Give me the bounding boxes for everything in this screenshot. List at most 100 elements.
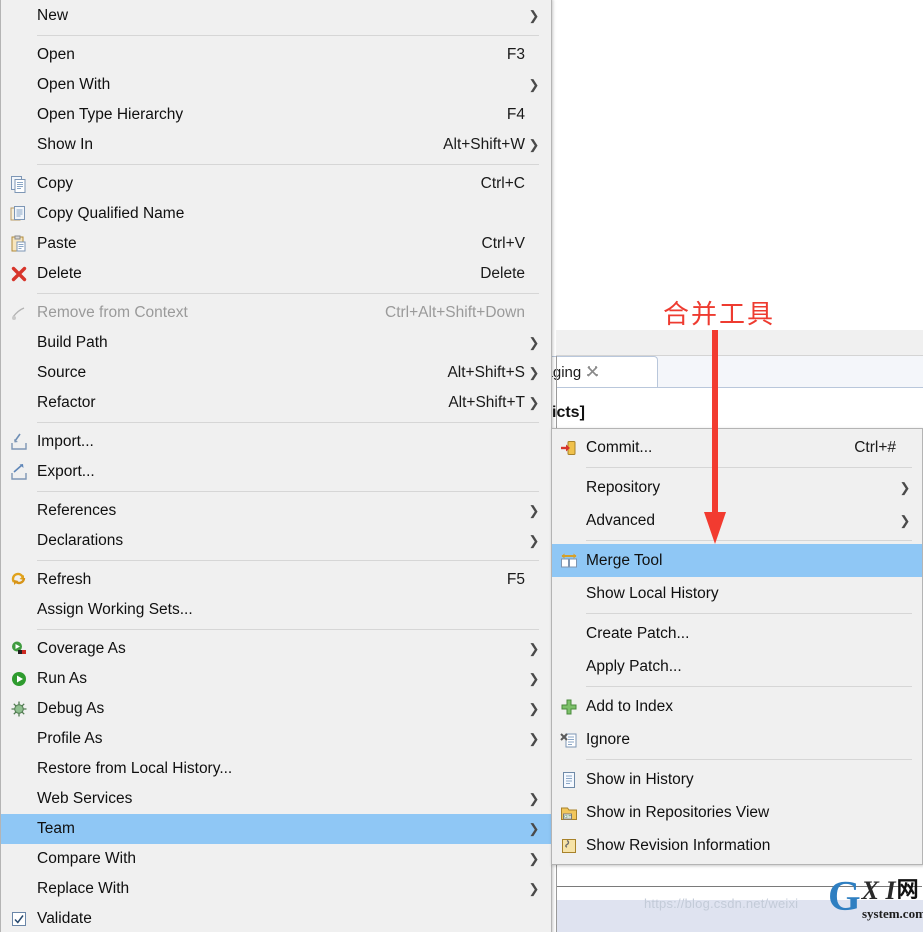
menu-item-icon-slot [1, 530, 37, 552]
menu-item-arrow-slot: ❯ [896, 440, 914, 456]
menu-item-label: Open Type Hierarchy [37, 106, 184, 123]
chevron-right-icon: ❯ [528, 671, 540, 686]
repositories-view-icon: GIT [552, 802, 586, 824]
menu-item-debug-as[interactable]: Debug As ❯ [1, 694, 551, 724]
menu-separator [586, 467, 912, 468]
menu-item-show-in-history[interactable]: Show in History ❯ [552, 763, 922, 796]
menu-item-compare-with[interactable]: Compare With ❯ [1, 844, 551, 874]
menu-item-refresh[interactable]: Refresh F5❯ [1, 565, 551, 595]
menu-item-profile-as[interactable]: Profile As ❯ [1, 724, 551, 754]
close-icon[interactable] [587, 365, 599, 379]
menu-item-arrow-slot: ❯ [896, 659, 914, 675]
menu-item-icon-slot [1, 848, 37, 870]
menu-item-label: Profile As [37, 730, 103, 747]
menu-item-copy[interactable]: Copy Ctrl+C❯ [1, 169, 551, 199]
menu-item-build-path[interactable]: Build Path ❯ [1, 328, 551, 358]
menu-item-add-to-index[interactable]: Add to Index ❯ [552, 690, 922, 723]
chevron-right-icon: ❯ [528, 821, 540, 836]
menu-item-icon-slot [1, 332, 37, 354]
menu-item-replace-with[interactable]: Replace With ❯ [1, 874, 551, 904]
annotation-label: 合并工具 [663, 300, 776, 329]
menu-item-accelerator: Delete [480, 265, 525, 282]
menu-separator [586, 686, 912, 687]
watermark-url: https://blog.csdn.net/weixi [644, 896, 799, 911]
menu-item-arrow-slot: ❯ [525, 602, 543, 618]
menu-item-open-type-hierarchy[interactable]: Open Type Hierarchy F4❯ [1, 100, 551, 130]
menu-item-new[interactable]: New ❯ [1, 1, 551, 31]
menu-item-restore-from-local-history[interactable]: Restore from Local History... ❯ [1, 754, 551, 784]
menu-item-label: Show Local History [586, 584, 719, 602]
menu-item-arrow-slot: ❯ [896, 626, 914, 642]
menu-item-show-in[interactable]: Show In Alt+Shift+W ❯ [1, 130, 551, 160]
menu-item-accelerator: Alt+Shift+S [447, 364, 525, 381]
menu-item-arrow-slot: ❯ [896, 553, 914, 569]
menu-item-merge-tool[interactable]: Merge Tool ❯ [552, 544, 922, 577]
menu-item-references[interactable]: References ❯ [1, 496, 551, 526]
menu-item-show-revision-information[interactable]: Show Revision Information ❯ [552, 829, 922, 862]
menu-item-delete[interactable]: DeleteDelete❯ [1, 259, 551, 289]
menu-item-open[interactable]: Open F3❯ [1, 40, 551, 70]
menu-item-team[interactable]: Team ❯ [1, 814, 551, 844]
menu-item-label: Coverage As [37, 640, 126, 657]
menu-item-label: Show In [37, 136, 94, 153]
menu-item-export[interactable]: Export... ❯ [1, 457, 551, 487]
menu-item-import[interactable]: Import... ❯ [1, 427, 551, 457]
menu-separator [37, 560, 539, 561]
menu-item-refactor[interactable]: Refactor Alt+Shift+T ❯ [1, 388, 551, 418]
menu-item-icon-slot [1, 599, 37, 621]
menu-item-copy-qualified-name[interactable]: Copy Qualified Name ❯ [1, 199, 551, 229]
menu-item-apply-patch[interactable]: Apply Patch... ❯ [552, 650, 922, 683]
logo-subtitle: system.com [862, 906, 923, 921]
menu-item-remove-from-context[interactable]: Remove from Context Ctrl+Alt+Shift+Down❯ [1, 298, 551, 328]
menu-item-arrow-slot: ❯ [896, 772, 914, 788]
menu-item-validate[interactable]: Validate ❯ [1, 904, 551, 932]
menu-item-web-services[interactable]: Web Services ❯ [1, 784, 551, 814]
menu-item-create-patch[interactable]: Create Patch... ❯ [552, 617, 922, 650]
menu-item-label: Web Services [37, 790, 133, 807]
menu-item-icon-slot [1, 878, 37, 900]
project-context-menu[interactable]: New❯OpenF3❯Open With❯Open Type Hierarchy… [0, 0, 552, 932]
menu-separator [37, 491, 539, 492]
menu-item-icon-slot [1, 74, 37, 96]
menu-item-icon-slot [552, 623, 586, 645]
menu-item-declarations[interactable]: Declarations ❯ [1, 526, 551, 556]
chevron-right-icon: ❯ [528, 731, 540, 746]
menu-item-icon-slot [1, 500, 37, 522]
menu-item-advanced[interactable]: Advanced ❯ [552, 504, 922, 537]
menu-item-show-in-repositories-view[interactable]: GIT Show in Repositories View ❯ [552, 796, 922, 829]
menu-item-label: Paste [37, 235, 77, 252]
menu-item-icon-slot [552, 477, 586, 499]
menu-item-label: Assign Working Sets... [37, 601, 193, 618]
menu-item-label: Replace With [37, 880, 130, 897]
menu-item-icon-slot [1, 728, 37, 750]
menu-item-label: Merge Tool [586, 551, 663, 569]
team-submenu[interactable]: Commit...Ctrl+#❯Repository❯Advanced❯Merg… [551, 428, 923, 865]
svg-text:GIT: GIT [564, 814, 572, 819]
menu-item-show-local-history[interactable]: Show Local History ❯ [552, 577, 922, 610]
menu-item-assign-working-sets[interactable]: Assign Working Sets... ❯ [1, 595, 551, 625]
menu-item-label: Repository [586, 478, 661, 496]
menu-item-paste[interactable]: Paste Ctrl+V❯ [1, 229, 551, 259]
menu-item-coverage-as[interactable]: Coverage As ❯ [1, 634, 551, 664]
menu-item-commit[interactable]: Commit...Ctrl+#❯ [552, 431, 922, 464]
menu-item-arrow-slot: ❯ [525, 572, 543, 588]
menu-item-label: Team [37, 820, 75, 837]
menu-item-ignore[interactable]: Ignore ❯ [552, 723, 922, 756]
menu-item-repository[interactable]: Repository ❯ [552, 471, 922, 504]
menu-item-label: Refactor [37, 394, 96, 411]
menu-item-label: Compare With [37, 850, 137, 867]
copy-qualified-name-icon [1, 203, 37, 225]
menu-item-icon-slot [1, 788, 37, 810]
menu-item-label: Export... [37, 463, 95, 480]
delete-x-icon [1, 263, 37, 285]
menu-item-label: Apply Patch... [586, 657, 682, 675]
logo-letter-g: G [828, 874, 861, 920]
menu-item-run-as[interactable]: Run As ❯ [1, 664, 551, 694]
menu-item-arrow-slot: ❯ [525, 107, 543, 123]
menu-item-accelerator: Alt+Shift+T [448, 394, 525, 411]
chevron-right-icon: ❯ [528, 137, 540, 152]
menu-item-source[interactable]: Source Alt+Shift+S ❯ [1, 358, 551, 388]
validate-check-icon [1, 908, 37, 930]
menu-item-open-with[interactable]: Open With ❯ [1, 70, 551, 100]
ignore-icon [552, 729, 586, 751]
